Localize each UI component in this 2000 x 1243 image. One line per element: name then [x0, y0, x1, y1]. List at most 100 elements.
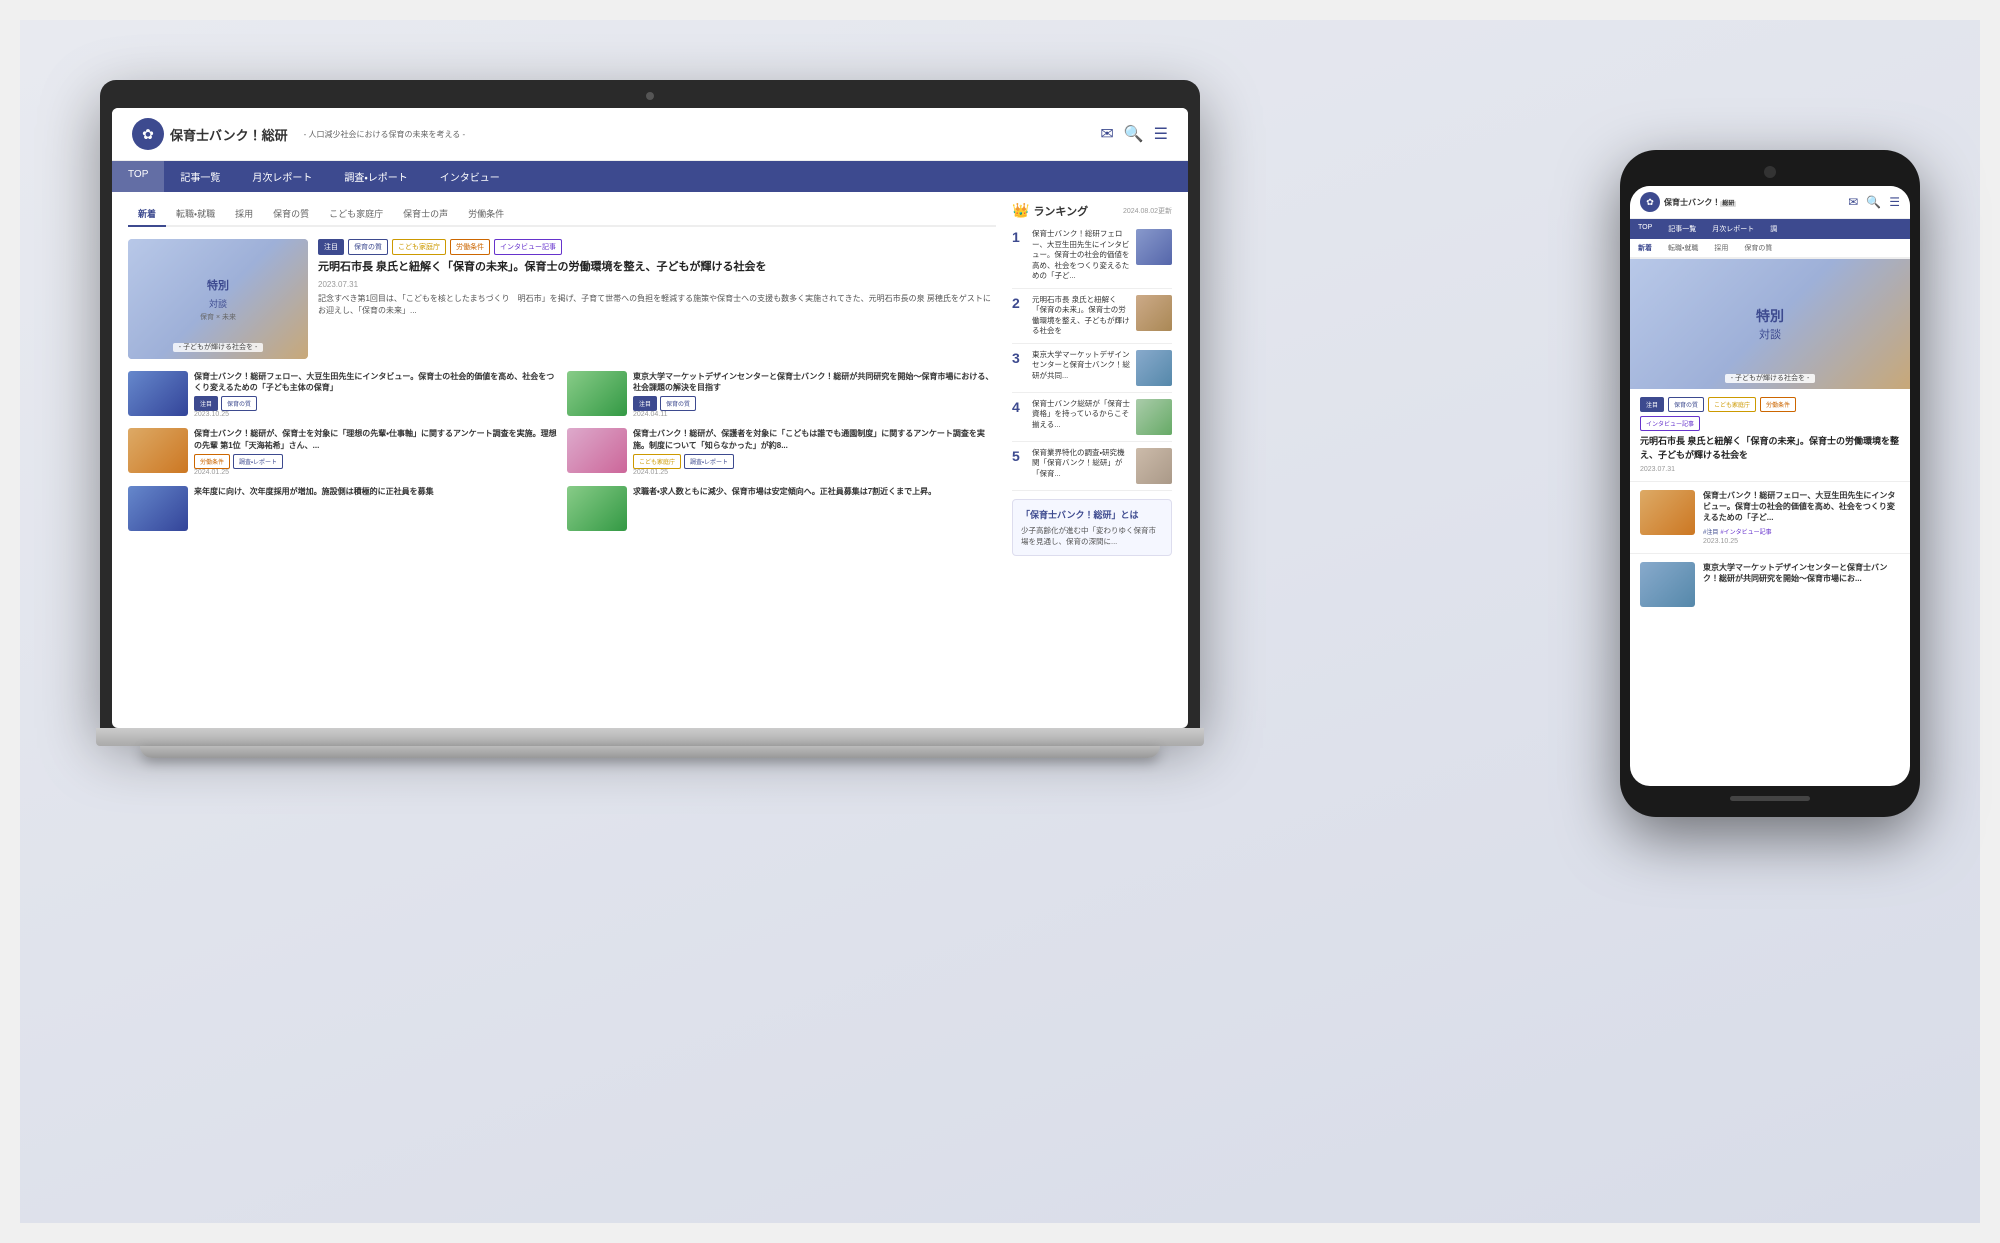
phone-tag-labor: 労働条件: [1760, 397, 1796, 412]
laptop-device: ✿ 保育士バンク！総研 - 人口減少社会における保育の未来を考える - ✉ 🔍 …: [100, 80, 1200, 758]
phone-cat-quality[interactable]: 保育の質: [1736, 239, 1780, 257]
rank-num-4: 4: [1012, 399, 1026, 415]
phone-cat-hire[interactable]: 採用: [1706, 239, 1736, 257]
card-content-4: 保育士バンク！総研が、保護者を対象に「こどもは誰でも通園制度」に関するアンケート…: [633, 428, 996, 475]
rank-text-5: 保育業界特化の調査・研究機関「保育バンク！総研」が「保育...: [1032, 448, 1130, 480]
card-content-1: 保育士バンク！総研フェロー、大豆生田先生にインタビュー。保育士の社会的価値を高め…: [194, 371, 557, 418]
nav-top[interactable]: TOP: [112, 161, 164, 192]
card-title-1[interactable]: 保育士バンク！総研フェロー、大豆生田先生にインタビュー。保育士の社会的価値を高め…: [194, 371, 557, 393]
phone-device: ✿ 保育士バンク！総研 ✉ 🔍 ☰ TOP 記事一覧 月次レポート 調: [1620, 150, 1920, 817]
featured-title[interactable]: 元明石市長 泉氏と紐解く「保育の未来」。保育士の労働環境を整え、子どもが輝ける社…: [318, 259, 996, 276]
phone-small-content-2: 東京大学マーケットデザインセンターと保育士バンク！総研が共同研究を開始～保育市場…: [1703, 562, 1900, 587]
search-icon[interactable]: 🔍: [1124, 124, 1144, 144]
tag-4-research: 調査・レポート: [684, 454, 734, 469]
phone-tag-quality: 保育の質: [1668, 397, 1704, 412]
phone-home-indicator: [1730, 796, 1810, 801]
cat-new[interactable]: 新着: [128, 202, 166, 227]
card-img-6: [567, 486, 627, 531]
card-img-3: [128, 428, 188, 473]
phone-small-article-2: 東京大学マーケットデザインセンターと保育士バンク！総研が共同研究を開始～保育市場…: [1630, 553, 1910, 615]
rank-img-1: [1136, 229, 1172, 265]
card-title-3[interactable]: 保育士バンク！総研が、保育士を対象に「理想の先輩・仕事軸」に関するアンケート調査…: [194, 428, 557, 450]
site-header: ✿ 保育士バンク！総研 - 人口減少社会における保育の未来を考える - ✉ 🔍 …: [112, 108, 1188, 161]
cat-hire[interactable]: 採用: [225, 202, 263, 225]
cat-voices[interactable]: 保育士の声: [393, 202, 458, 225]
phone-small-title-1[interactable]: 保育士バンク！総研フェロー、大豆生田先生にインタビュー。保育士の社会的価値を高め…: [1703, 490, 1900, 524]
article-card-2: 東京大学マーケットデザインセンターと保育士バンク！総研が共同研究を開始～保育市場…: [567, 371, 996, 418]
tag-3-research: 調査・レポート: [233, 454, 283, 469]
card-title-5[interactable]: 来年度に向け、次年度採用が増加。施設側は積極的に正社員を募集: [194, 486, 557, 497]
rank-text-1: 保育士バンク！総研フェロー、大豆生田先生にインタビュー。保育士の社会的価値を高め…: [1032, 229, 1130, 282]
nav-monthly[interactable]: 月次レポート: [236, 161, 328, 192]
phone-cat-tabs: 新着 転職・就職 採用 保育の質: [1630, 239, 1910, 259]
card-img-2: [567, 371, 627, 416]
site-logo: ✿ 保育士バンク！総研 - 人口減少社会における保育の未来を考える -: [132, 118, 465, 150]
mail-icon[interactable]: ✉: [1100, 124, 1113, 144]
article-card-6: 求職者・求人数ともに減少、保育市場は安定傾向へ。正社員募集は7割近くまで上昇。: [567, 486, 996, 531]
card-title-6[interactable]: 求職者・求人数ともに減少、保育市場は安定傾向へ。正社員募集は7割近くまで上昇。: [633, 486, 996, 497]
phone-nav-research[interactable]: 調: [1762, 219, 1785, 239]
featured-tags: 注目 保育の質 こども家庭庁 労働条件 インタビュー記事: [318, 239, 996, 255]
cat-quality[interactable]: 保育の質: [263, 202, 319, 225]
card-img-5: [128, 486, 188, 531]
rank-num-2: 2: [1012, 295, 1026, 311]
nav-research[interactable]: 調査・レポート: [328, 161, 423, 192]
tag-2-quality: 保育の質: [660, 396, 696, 411]
featured-content: 注目 保育の質 こども家庭庁 労働条件 インタビュー記事 元明石市長 泉氏と紐解…: [318, 239, 996, 359]
phone-featured-date: 2023.07.31: [1640, 466, 1900, 473]
about-box: 「保育士バンク！総研」とは 少子高齢化が進む中「変わりゆく保育市場を見通し、保育…: [1012, 499, 1172, 557]
tag-labor: 労働条件: [450, 239, 490, 255]
ranking-date: 2024.08.02更新: [1123, 206, 1172, 216]
card-content-2: 東京大学マーケットデザインセンターと保育士バンク！総研が共同研究を開始～保育市場…: [633, 371, 996, 418]
article-grid: 保育士バンク！総研フェロー、大豆生田先生にインタビュー。保育士の社会的価値を高め…: [128, 371, 996, 531]
laptop-body: ✿ 保育士バンク！総研 - 人口減少社会における保育の未来を考える - ✉ 🔍 …: [100, 80, 1200, 728]
card-title-2[interactable]: 東京大学マーケットデザインセンターと保育士バンク！総研が共同研究を開始～保育市場…: [633, 371, 996, 393]
phone-screen: ✿ 保育士バンク！総研 ✉ 🔍 ☰ TOP 記事一覧 月次レポート 調: [1630, 186, 1910, 786]
phone-nav-top[interactable]: TOP: [1630, 219, 1660, 239]
phone-cat-career[interactable]: 転職・就職: [1660, 239, 1706, 257]
cat-career[interactable]: 転職・就職: [166, 202, 225, 225]
rank-img-3: [1136, 350, 1172, 386]
nav-articles[interactable]: 記事一覧: [164, 161, 236, 192]
phone-cat-new[interactable]: 新着: [1630, 239, 1660, 259]
phone-search-icon[interactable]: 🔍: [1866, 195, 1881, 209]
phone-featured-image: 特別 対談 - 子どもが輝ける社会を -: [1630, 259, 1910, 389]
cat-children[interactable]: こども家庭庁: [319, 202, 393, 225]
card-content-5: 来年度に向け、次年度採用が増加。施設側は積極的に正社員を募集: [194, 486, 557, 531]
rank-text-2: 元明石市長 泉氏と紐解く「保育の未来」。保育士の労働環境を整え、子どもが輝ける社…: [1032, 295, 1130, 337]
logo-icon: ✿: [132, 118, 164, 150]
phone-featured-title[interactable]: 元明石市長 泉氏と紐解く「保育の未来」。保育士の労働環境を整え、子どもが輝ける社…: [1640, 435, 1900, 462]
card-img-1: [128, 371, 188, 416]
rank-num-5: 5: [1012, 448, 1026, 464]
ranking-item-4[interactable]: 4 保育士バンク総研が「保育士資格」を持っているからこそ揃える...: [1012, 393, 1172, 442]
tag-4-children: こども家庭庁: [633, 454, 681, 469]
ranking-item-1[interactable]: 1 保育士バンク！総研フェロー、大豆生田先生にインタビュー。保育士の社会的価値を…: [1012, 223, 1172, 289]
phone-small-title-2[interactable]: 東京大学マーケットデザインセンターと保育士バンク！総研が共同研究を開始～保育市場…: [1703, 562, 1900, 584]
phone-small-date-1: 2023.10.25: [1703, 538, 1900, 545]
phone-tag-interview: インタビュー記事: [1640, 416, 1700, 431]
article-card-5: 来年度に向け、次年度採用が増加。施設側は積極的に正社員を募集: [128, 486, 557, 531]
phone-small-img-1: [1640, 490, 1695, 535]
nav-interview[interactable]: インタビュー: [424, 161, 516, 192]
phone-small-content-1: 保育士バンク！総研フェロー、大豆生田先生にインタビュー。保育士の社会的価値を高め…: [1703, 490, 1900, 545]
ranking-item-3[interactable]: 3 東京大学マーケットデザインセンターと保育士バンク！総研が共同...: [1012, 344, 1172, 393]
menu-icon[interactable]: ☰: [1154, 124, 1168, 144]
phone-menu-icon[interactable]: ☰: [1889, 195, 1900, 209]
rank-img-5: [1136, 448, 1172, 484]
card-date-4: 2024.01.25: [633, 469, 996, 476]
phone-logo: ✿ 保育士バンク！総研: [1640, 192, 1736, 212]
phone-featured-tags: 注目 保育の質 こども家庭庁 労働条件: [1640, 397, 1900, 412]
phone-nav-monthly[interactable]: 月次レポート: [1704, 219, 1762, 239]
phone-mail-icon[interactable]: ✉: [1848, 195, 1858, 209]
laptop-camera: [646, 92, 654, 100]
ranking-title: ランキング: [1033, 203, 1088, 219]
article-card-1: 保育士バンク！総研フェロー、大豆生田先生にインタビュー。保育士の社会的価値を高め…: [128, 371, 557, 418]
article-card-4: 保育士バンク！総研が、保護者を対象に「こどもは誰でも通園制度」に関するアンケート…: [567, 428, 996, 475]
ranking-item-2[interactable]: 2 元明石市長 泉氏と紐解く「保育の未来」。保育士の労働環境を整え、子どもが輝け…: [1012, 289, 1172, 344]
phone-nav-articles[interactable]: 記事一覧: [1660, 219, 1704, 239]
ranking-item-5[interactable]: 5 保育業界特化の調査・研究機関「保育バンク！総研」が「保育...: [1012, 442, 1172, 491]
tag-1-attention: 注目: [194, 396, 218, 411]
cat-labor[interactable]: 労働条件: [458, 202, 514, 225]
card-title-4[interactable]: 保育士バンク！総研が、保護者を対象に「こどもは誰でも通園制度」に関するアンケート…: [633, 428, 996, 450]
phone-small-tags-1: #注目 #インタビュー記事: [1703, 527, 1900, 536]
